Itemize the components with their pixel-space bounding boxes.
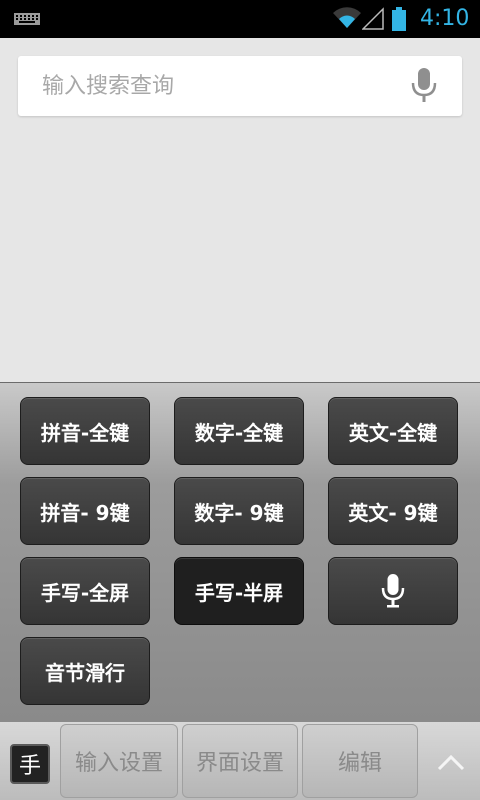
tab-label: 界面设置: [195, 751, 284, 776]
handwriting-mode-icon[interactable]: 手: [10, 744, 50, 784]
mode-label: 拼音-全键: [40, 420, 130, 445]
wifi-icon: [333, 7, 361, 29]
mode-english-9key[interactable]: 英文- 9键: [328, 477, 458, 545]
status-clock: 4:10: [420, 6, 470, 31]
mode-english-full[interactable]: 英文-全键: [328, 397, 458, 465]
handwriting-badge: 手: [18, 754, 41, 779]
status-bar: 4:10: [0, 0, 480, 38]
mode-label: 手写-半屏: [194, 580, 284, 605]
microphone-icon: [381, 574, 405, 608]
keyboard-icon: [14, 13, 40, 25]
search-input[interactable]: [42, 56, 402, 116]
bottom-toolbar: 输入设置 界面设置 编辑: [0, 722, 480, 800]
mode-label: 英文- 9键: [348, 500, 438, 525]
mode-handwriting-half[interactable]: 手写-半屏: [174, 557, 304, 625]
mode-handwriting-full[interactable]: 手写-全屏: [20, 557, 150, 625]
tab-edit[interactable]: 编辑: [302, 724, 418, 798]
chevron-up-icon[interactable]: [436, 752, 466, 772]
tab-label: 编辑: [337, 751, 382, 776]
search-box[interactable]: [18, 56, 462, 116]
mode-label: 数字-全键: [194, 420, 284, 445]
mode-label: 手写-全屏: [40, 580, 130, 605]
tab-label: 输入设置: [74, 751, 163, 776]
mode-label: 数字- 9键: [194, 500, 284, 525]
mode-pinyin-9key[interactable]: 拼音- 9键: [20, 477, 150, 545]
microphone-icon[interactable]: [410, 68, 438, 104]
mode-label: 英文-全键: [348, 420, 438, 445]
mode-pinyin-full[interactable]: 拼音-全键: [20, 397, 150, 465]
mode-label: 拼音- 9键: [40, 500, 130, 525]
signal-icon: [362, 7, 384, 30]
mode-number-9key[interactable]: 数字- 9键: [174, 477, 304, 545]
mode-voice[interactable]: [328, 557, 458, 625]
battery-icon: [392, 7, 406, 31]
tab-ui-settings[interactable]: 界面设置: [182, 724, 298, 798]
keyboard-mode-panel: 拼音-全键 数字-全键 英文-全键 拼音- 9键 数字- 9键 英文- 9键 手…: [0, 382, 480, 723]
mode-label: 音节滑行: [45, 660, 125, 685]
mode-number-full[interactable]: 数字-全键: [174, 397, 304, 465]
tab-input-settings[interactable]: 输入设置: [60, 724, 178, 798]
mode-syllable-swipe[interactable]: 音节滑行: [20, 637, 150, 705]
